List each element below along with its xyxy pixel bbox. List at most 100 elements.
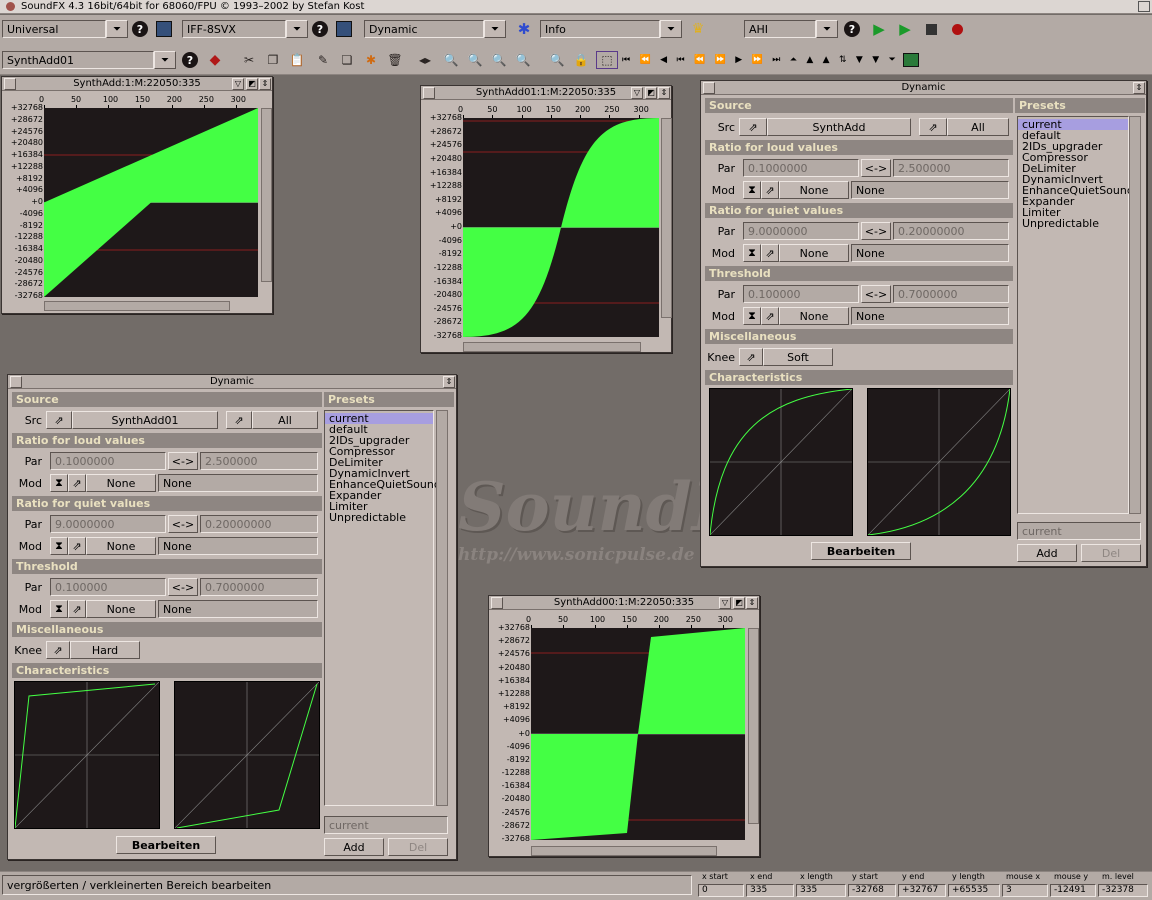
- depth-button[interactable]: ⇕: [658, 87, 670, 99]
- loud-mod-toggle[interactable]: ⧗: [50, 474, 68, 492]
- threshold-swap-button[interactable]: <->: [168, 578, 198, 596]
- play-range-icon[interactable]: ▶: [894, 20, 916, 38]
- window-title-bar[interactable]: Dynamic: [701, 81, 1146, 95]
- format-save-icon[interactable]: [334, 20, 354, 38]
- knee-popup-button[interactable]: ⇗: [46, 641, 70, 659]
- wave-window-synthadd[interactable]: SynthAdd:1:M:22050:335 ▽ ◩ ⇕ +32768 +2867…: [1, 76, 273, 314]
- iconify-button[interactable]: ◩: [645, 87, 657, 99]
- down-fast-icon[interactable]: ▼: [872, 55, 879, 65]
- rewind-fast-icon[interactable]: ⏪: [640, 55, 651, 65]
- help-icon[interactable]: ?: [130, 20, 150, 38]
- close-button[interactable]: [10, 376, 22, 388]
- zoom-in-icon[interactable]: 🔍: [440, 51, 462, 69]
- preset-name-field[interactable]: current: [324, 816, 448, 834]
- close-button[interactable]: [703, 82, 715, 94]
- goto-end-icon[interactable]: ⏭: [772, 55, 780, 65]
- quiet-mod-toggle[interactable]: ⧗: [743, 244, 761, 262]
- zoom-full-icon[interactable]: 🔍: [512, 51, 534, 69]
- depth-button[interactable]: ⇕: [259, 78, 271, 90]
- vertical-scrollbar[interactable]: [748, 628, 759, 824]
- quiet-mod-popup[interactable]: ⇗: [68, 537, 86, 555]
- waveform-display[interactable]: [44, 108, 258, 297]
- run-effect-icon[interactable]: ✱: [512, 20, 536, 38]
- bottom-icon[interactable]: ⏷: [889, 55, 896, 65]
- knee-popup-button[interactable]: ⇗: [739, 348, 763, 366]
- driver-dropdown-button[interactable]: ⏷: [816, 20, 838, 38]
- threshold-par-end[interactable]: 0.7000000: [893, 285, 1009, 303]
- up-icon[interactable]: ▲: [823, 55, 830, 65]
- play-icon[interactable]: ▶: [868, 20, 890, 38]
- threshold-par-start[interactable]: 0.100000: [50, 578, 166, 596]
- src-range-button[interactable]: All: [252, 411, 318, 429]
- quiet-mod-popup[interactable]: ⇗: [761, 244, 779, 262]
- stop-icon[interactable]: [920, 20, 942, 38]
- threshold-swap-button[interactable]: <->: [861, 285, 891, 303]
- wave-window-synthadd01[interactable]: SynthAdd01:1:M:22050:335 ▽ ◩ ⇕ +32768 +28…: [420, 85, 672, 353]
- presets-scrollbar[interactable]: [1129, 116, 1141, 514]
- driver-help-icon[interactable]: ?: [842, 20, 862, 38]
- record-icon[interactable]: [946, 20, 968, 38]
- quiet-swap-button[interactable]: <->: [861, 222, 891, 240]
- top-icon[interactable]: ⏶: [790, 55, 797, 65]
- mark-right-icon[interactable]: ⏩: [715, 55, 726, 65]
- draw-icon[interactable]: ✎: [312, 51, 334, 69]
- zoom-button[interactable]: ▽: [631, 87, 643, 99]
- threshold-mod-toggle[interactable]: ⧗: [50, 600, 68, 618]
- format-help-icon[interactable]: ?: [310, 20, 330, 38]
- loud-swap-button[interactable]: <->: [168, 452, 198, 470]
- loud-par-end[interactable]: 2.500000: [893, 159, 1009, 177]
- loud-par-start[interactable]: 0.1000000: [743, 159, 859, 177]
- iconify-button[interactable]: ◩: [733, 597, 745, 609]
- depth-button[interactable]: ⇕: [1133, 82, 1145, 94]
- quiet-par-end[interactable]: 0.20000000: [893, 222, 1009, 240]
- presets-list[interactable]: current default 2IDs_upgrader Compressor…: [1017, 116, 1140, 514]
- loud-mod-value[interactable]: None: [158, 474, 318, 492]
- goto-start-icon[interactable]: ⏮: [622, 55, 630, 65]
- quiet-mod-select[interactable]: None: [779, 244, 849, 262]
- step-right-icon[interactable]: ▶: [735, 55, 742, 65]
- edit-button[interactable]: Bearbeiten: [116, 836, 216, 854]
- eraser-icon[interactable]: ◆: [204, 51, 226, 69]
- edit-button[interactable]: Bearbeiten: [811, 542, 911, 560]
- window-depth-button[interactable]: [1138, 1, 1150, 12]
- loud-mod-value[interactable]: None: [851, 181, 1009, 199]
- threshold-mod-toggle[interactable]: ⧗: [743, 307, 761, 325]
- buffer-help-icon[interactable]: ?: [180, 51, 200, 69]
- add-preset-button[interactable]: Add: [324, 838, 384, 856]
- waveform-display[interactable]: [531, 628, 745, 840]
- select-all-icon[interactable]: ⬚: [596, 51, 618, 69]
- info-dropdown-button[interactable]: ⏷: [660, 20, 682, 38]
- cut-icon[interactable]: ✂: [238, 51, 260, 69]
- threshold-mod-popup[interactable]: ⇗: [761, 307, 779, 325]
- threshold-mod-popup[interactable]: ⇗: [68, 600, 86, 618]
- src-mode-popup-button[interactable]: ⇗: [919, 118, 947, 136]
- quiet-swap-button[interactable]: <->: [168, 515, 198, 533]
- threshold-par-start[interactable]: 0.100000: [743, 285, 859, 303]
- loud-mod-select[interactable]: None: [779, 181, 849, 199]
- horizontal-scrollbar[interactable]: [463, 342, 641, 352]
- threshold-mod-value[interactable]: None: [158, 600, 318, 618]
- window-title-bar[interactable]: Dynamic: [8, 375, 456, 389]
- universal-dropdown-button[interactable]: ⏷: [106, 20, 128, 38]
- src-mode-popup-button[interactable]: ⇗: [226, 411, 252, 429]
- format-select[interactable]: IFF-8SVX: [182, 20, 286, 38]
- depth-button[interactable]: ⇕: [443, 376, 455, 388]
- effect-select[interactable]: Dynamic: [364, 20, 484, 38]
- close-button[interactable]: [4, 78, 16, 90]
- knee-select[interactable]: Hard: [70, 641, 140, 659]
- horizontal-scrollbar[interactable]: [531, 846, 717, 856]
- wave-window-synthadd00[interactable]: SynthAdd00:1:M:22050:335 ▽ ◩ ⇕ +32768 +28…: [488, 595, 760, 857]
- knee-select[interactable]: Soft: [763, 348, 833, 366]
- loud-mod-toggle[interactable]: ⧗: [743, 181, 761, 199]
- quiet-mod-value[interactable]: None: [851, 244, 1009, 262]
- loud-mod-select[interactable]: None: [86, 474, 156, 492]
- loud-mod-popup[interactable]: ⇗: [761, 181, 779, 199]
- format-dropdown-button[interactable]: ⏷: [286, 20, 308, 38]
- quiet-par-start[interactable]: 9.0000000: [743, 222, 859, 240]
- loud-mod-popup[interactable]: ⇗: [68, 474, 86, 492]
- loud-par-end[interactable]: 2.500000: [200, 452, 318, 470]
- threshold-mod-value[interactable]: None: [851, 307, 1009, 325]
- src-select-button[interactable]: SynthAdd01: [72, 411, 218, 429]
- add-preset-button[interactable]: Add: [1017, 544, 1077, 562]
- src-popup-button[interactable]: ⇗: [46, 411, 72, 429]
